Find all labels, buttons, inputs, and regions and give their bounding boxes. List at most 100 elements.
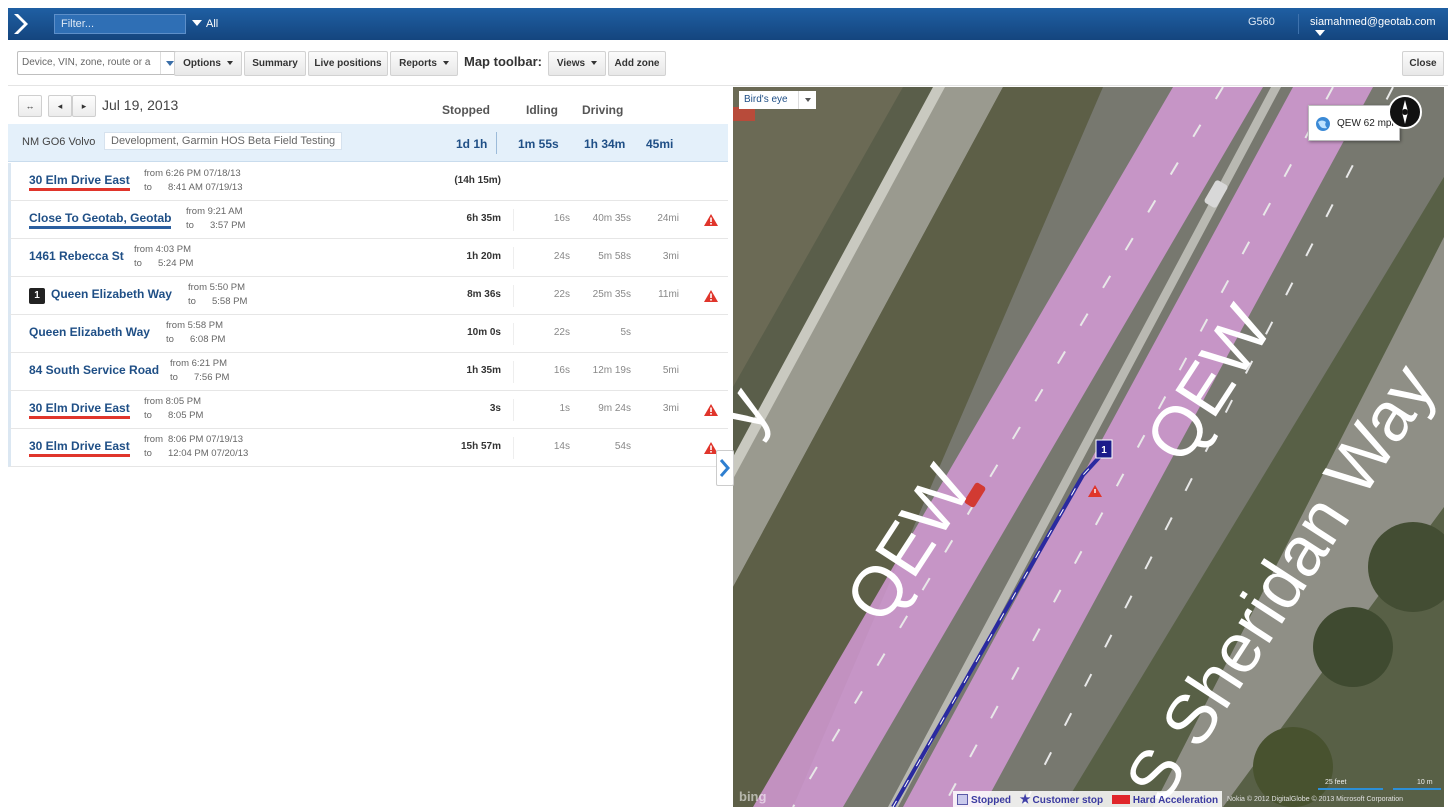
map-stop-marker-number[interactable]: 1 bbox=[1101, 445, 1107, 456]
trip-stopped: 8m 36s bbox=[467, 289, 501, 300]
trip-from: from 9:21 AM bbox=[186, 206, 243, 217]
trip-to-time: 7:56 PM bbox=[194, 372, 230, 383]
trip-row[interactable]: Close To Geotab, Geotab from 9:21 AM to … bbox=[8, 201, 728, 239]
trip-row[interactable]: 1461 Rebecca St from 4:03 PM to 5:24 PM … bbox=[8, 239, 728, 277]
reports-button[interactable]: Reports bbox=[390, 51, 458, 76]
next-day-icon[interactable]: ▸ bbox=[72, 95, 96, 117]
bing-logo: bing bbox=[739, 789, 767, 804]
trip-location-link[interactable]: 84 South Service Road bbox=[29, 363, 159, 377]
legend-customer-stop: Customer stop bbox=[1032, 795, 1104, 806]
trip-to-time: 8:05 PM bbox=[168, 410, 204, 421]
trip-location-link[interactable]: 30 Elm Drive East bbox=[29, 439, 130, 457]
trip-to-label: to bbox=[134, 258, 142, 269]
caret-down-icon bbox=[192, 20, 202, 26]
trip-location-link[interactable]: Close To Geotab, Geotab bbox=[29, 211, 172, 229]
map-toolbar-label: Map toolbar: bbox=[464, 54, 542, 69]
exception-warning-icon[interactable] bbox=[704, 404, 718, 416]
close-button[interactable]: Close bbox=[1402, 51, 1444, 76]
trip-driving: 25m 35s bbox=[592, 289, 631, 300]
aerial-map-image[interactable]: 1 QEW QEW S Sheridan Way y bbox=[733, 87, 1444, 807]
geotab-chevron-icon[interactable] bbox=[10, 12, 34, 36]
trip-to-label: to bbox=[186, 220, 194, 231]
trip-distance: 11mi bbox=[658, 289, 679, 300]
summary-distance: 45mi bbox=[646, 137, 674, 151]
scale-meters: 10 m bbox=[1417, 779, 1433, 786]
trip-row[interactable]: 30 Elm Drive East from 8:06 PM 07/19/13 … bbox=[8, 429, 728, 467]
trip-idling: 22s bbox=[553, 289, 570, 300]
hard-acceleration-legend-icon bbox=[1111, 795, 1130, 804]
user-email: siamahmed@geotab.com bbox=[1310, 16, 1436, 28]
scale-feet: 25 feet bbox=[1325, 779, 1347, 786]
trip-from: from 5:58 PM bbox=[166, 320, 224, 331]
trip-row[interactable]: 30 Elm Drive East from 6:26 PM 07/18/13 … bbox=[8, 163, 728, 201]
chevron-down-icon[interactable] bbox=[797, 91, 816, 109]
trip-to-label: to bbox=[144, 410, 152, 421]
device-search-placeholder: Device, VIN, zone, route or a bbox=[22, 57, 151, 68]
group-filter-dropdown[interactable]: All bbox=[192, 14, 218, 34]
trip-idling: 16s bbox=[553, 213, 570, 224]
exception-warning-icon[interactable] bbox=[704, 290, 718, 302]
chevron-right-icon bbox=[719, 459, 730, 477]
trip-driving: 5s bbox=[620, 327, 631, 338]
trip-driving: 9m 24s bbox=[598, 403, 631, 414]
trip-from: from 8:05 PM bbox=[144, 396, 202, 407]
legend-hard-acceleration: Hard Acceleration bbox=[1132, 795, 1219, 806]
caret-down-icon bbox=[442, 61, 449, 65]
expand-range-icon[interactable]: ↔ bbox=[18, 95, 42, 117]
column-header-idling[interactable]: Idling bbox=[526, 103, 558, 117]
trip-row[interactable]: 30 Elm Drive East from 8:05 PM to 8:05 P… bbox=[8, 391, 728, 429]
trip-to-label: to bbox=[144, 448, 152, 459]
main-toolbar: Device, VIN, zone, route or a Options Su… bbox=[8, 40, 1448, 86]
map-legend: Stopped ★ Customer stop Hard Acceleration bbox=[953, 791, 1223, 807]
device-summary-row[interactable]: NM GO6 Volvo Development, Garmin HOS Bet… bbox=[8, 124, 728, 162]
trip-stopped: 3s bbox=[489, 403, 501, 414]
trip-to-label: to bbox=[188, 296, 196, 307]
live-positions-button[interactable]: Live positions bbox=[308, 51, 388, 76]
trip-to-time: 6:08 PM bbox=[190, 334, 226, 345]
map-view-selector[interactable]: Bird's eye bbox=[739, 91, 816, 109]
trip-row[interactable]: 1 Queen Elizabeth Way from 5:50 PM to 5:5… bbox=[8, 277, 728, 315]
trip-from-label: from bbox=[144, 434, 163, 445]
trip-from: from 6:21 PM bbox=[170, 358, 228, 369]
add-zone-button[interactable]: Add zone bbox=[608, 51, 666, 76]
database-name: G560 bbox=[1248, 16, 1275, 28]
map-view[interactable]: 1 QEW QEW S Sheridan Way y Bird's eye QE… bbox=[733, 87, 1444, 807]
trip-location-link[interactable]: 1461 Rebecca St bbox=[29, 249, 124, 263]
trip-location-link[interactable]: 30 Elm Drive East bbox=[29, 401, 130, 419]
trip-row[interactable]: 84 South Service Road from 6:21 PM to 7:… bbox=[8, 353, 728, 391]
views-label: Views bbox=[556, 58, 586, 69]
trip-location-link[interactable]: 30 Elm Drive East bbox=[29, 173, 130, 191]
previous-day-icon[interactable]: ◂ bbox=[48, 95, 72, 117]
views-button[interactable]: Views bbox=[548, 51, 606, 76]
summary-driving: 1h 34m bbox=[584, 137, 626, 151]
collapse-panel-button[interactable] bbox=[716, 450, 734, 486]
column-header-driving[interactable]: Driving bbox=[582, 103, 623, 117]
compass-icon[interactable] bbox=[1388, 95, 1422, 129]
reports-label: Reports bbox=[399, 58, 437, 69]
trip-idling: 22s bbox=[553, 327, 570, 338]
trip-location-link[interactable]: Queen Elizabeth Way bbox=[29, 325, 150, 339]
legend-stopped: Stopped bbox=[971, 795, 1011, 806]
options-button[interactable]: Options bbox=[174, 51, 242, 76]
user-menu[interactable]: siamahmed@geotab.com bbox=[1310, 16, 1448, 40]
exception-warning-icon[interactable] bbox=[704, 214, 718, 226]
filter-input[interactable]: Filter... bbox=[54, 14, 186, 34]
stopped-legend-icon bbox=[957, 794, 968, 805]
trip-distance: 5mi bbox=[662, 365, 679, 376]
trip-idling: 24s bbox=[553, 251, 570, 262]
device-search-input[interactable]: Device, VIN, zone, route or a bbox=[17, 51, 179, 75]
trips-panel: ↔ ◂ ▸ Jul 19, 2013 Stopped Idling Drivin… bbox=[8, 87, 732, 807]
trip-driving: 40m 35s bbox=[592, 213, 631, 224]
caret-down-icon bbox=[1315, 30, 1325, 36]
top-bar: Filter... All G560 siamahmed@geotab.com bbox=[8, 8, 1448, 40]
device-groups: Development, Garmin HOS Beta Field Testi… bbox=[104, 132, 343, 150]
options-label: Options bbox=[183, 58, 221, 69]
trip-location-link[interactable]: 1 Queen Elizabeth Way bbox=[29, 287, 172, 304]
column-header-stopped[interactable]: Stopped bbox=[442, 103, 490, 117]
current-date: Jul 19, 2013 bbox=[102, 97, 179, 113]
trip-row[interactable]: Queen Elizabeth Way from 5:58 PM to 6:08… bbox=[8, 315, 728, 353]
summary-button[interactable]: Summary bbox=[244, 51, 306, 76]
trip-to-time: 8:41 AM 07/19/13 bbox=[168, 182, 243, 193]
trip-to-time: 5:58 PM bbox=[212, 296, 248, 307]
caret-down-icon bbox=[591, 61, 598, 65]
